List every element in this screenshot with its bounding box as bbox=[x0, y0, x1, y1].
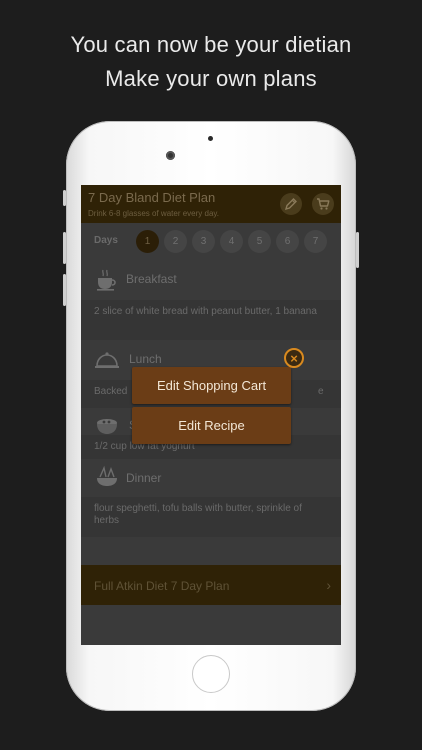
meal-description-breakfast: 2 slice of white bread with peanut butte… bbox=[81, 300, 341, 340]
close-icon[interactable]: × bbox=[284, 348, 304, 368]
meal-description-text: 2 slice of white bread with peanut butte… bbox=[94, 306, 317, 317]
meal-name-lunch: Lunch bbox=[129, 352, 162, 366]
day-2-button[interactable]: 2 bbox=[164, 230, 187, 253]
phone-power-button bbox=[356, 232, 359, 268]
dinner-plate-icon bbox=[97, 465, 117, 486]
full-plan-label: Full Atkin Diet 7 Day Plan bbox=[94, 579, 230, 593]
full-plan-link[interactable]: Full Atkin Diet 7 Day Plan › bbox=[81, 565, 341, 605]
phone-camera bbox=[166, 151, 175, 160]
day-3-button[interactable]: 3 bbox=[192, 230, 215, 253]
cart-icon bbox=[317, 198, 330, 210]
days-selector: Days 1 2 3 4 5 6 7 bbox=[81, 225, 341, 259]
cloche-icon bbox=[95, 352, 119, 368]
meal-header-dinner[interactable]: Dinner bbox=[81, 459, 341, 499]
day-6-button[interactable]: 6 bbox=[276, 230, 299, 253]
edit-recipe-button[interactable]: Edit Recipe bbox=[132, 407, 291, 444]
phone-home-button[interactable] bbox=[192, 655, 230, 693]
edit-button[interactable] bbox=[280, 193, 302, 215]
headline-line-1: You can now be your dietian bbox=[70, 32, 352, 57]
phone-mute-switch bbox=[63, 190, 66, 206]
meal-name-breakfast: Breakfast bbox=[126, 272, 177, 286]
phone-volume-up bbox=[63, 232, 66, 264]
meal-header-breakfast[interactable]: Breakfast bbox=[81, 260, 341, 300]
day-5-button[interactable]: 5 bbox=[248, 230, 271, 253]
meal-description-tail: e bbox=[318, 386, 324, 397]
plan-subtitle: Drink 6-8 glasses of water every day. bbox=[88, 209, 220, 218]
days-label: Days bbox=[94, 235, 118, 246]
shopping-cart-button[interactable] bbox=[312, 193, 334, 215]
meal-description-text: flour speghetti, tofu balls with butter,… bbox=[94, 503, 302, 526]
day-4-button[interactable]: 4 bbox=[220, 230, 243, 253]
day-1-button[interactable]: 1 bbox=[136, 230, 159, 253]
plan-title: 7 Day Bland Diet Plan bbox=[88, 190, 216, 205]
chevron-right-icon: › bbox=[326, 577, 331, 593]
meal-description-dinner: flour speghetti, tofu balls with butter,… bbox=[81, 497, 341, 537]
phone-sensor bbox=[208, 136, 213, 141]
pencil-icon bbox=[284, 198, 297, 211]
coffee-cup-icon bbox=[97, 269, 116, 291]
phone-volume-down bbox=[63, 274, 66, 306]
app-top-bar: 7 Day Bland Diet Plan Drink 6-8 glasses … bbox=[81, 185, 341, 223]
edit-shopping-cart-button[interactable]: Edit Shopping Cart bbox=[132, 367, 291, 404]
headline-line-2: Make your own plans bbox=[105, 66, 317, 91]
meal-name-dinner: Dinner bbox=[126, 471, 162, 485]
day-7-button[interactable]: 7 bbox=[304, 230, 327, 253]
